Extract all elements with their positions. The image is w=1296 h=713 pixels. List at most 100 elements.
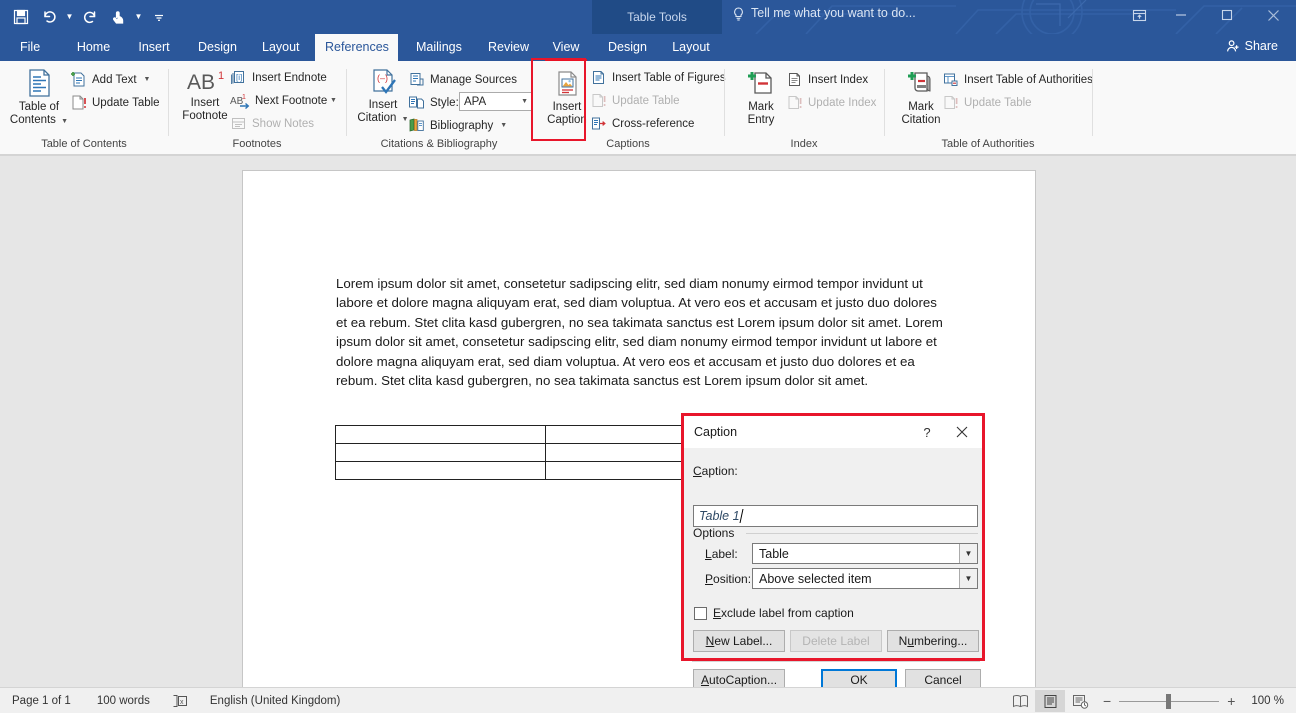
redo-icon[interactable]	[77, 4, 103, 30]
ribbon-display-options-icon[interactable]	[1120, 0, 1158, 30]
chevron-down-icon[interactable]: ▼	[144, 76, 151, 83]
delete-label-button: Delete Label	[790, 630, 882, 652]
zoom-in-button[interactable]: +	[1219, 693, 1243, 709]
delete-label-button-text: Delete Label	[802, 634, 869, 648]
next-footnote-button[interactable]: AB 1 Next Footnote	[230, 90, 327, 111]
table-cell[interactable]	[336, 462, 546, 480]
window-controls	[1120, 0, 1296, 34]
zoom-level[interactable]: 100 %	[1243, 695, 1296, 707]
word-count[interactable]: 100 words	[97, 688, 150, 713]
svg-text:[i]: [i]	[236, 73, 242, 82]
document-area[interactable]: Lorem ipsum dolor sit amet, consetetur s…	[0, 156, 1296, 687]
cross-reference-button[interactable]: Cross-reference	[590, 113, 694, 134]
close-icon[interactable]	[950, 422, 974, 442]
svg-text:(–): (–)	[377, 73, 388, 83]
table-cell[interactable]	[336, 426, 546, 444]
restore-icon[interactable]	[1204, 0, 1250, 30]
position-dropdown[interactable]: Above selected item ▼	[752, 568, 978, 589]
tab-view[interactable]: View	[542, 34, 590, 61]
insert-table-of-figures-icon	[590, 69, 607, 86]
update-table-captions-button: Update Table	[590, 90, 680, 111]
insert-table-of-authorities-button[interactable]: Insert Table of Authorities	[942, 69, 1093, 90]
touch-mode-dropdown-icon[interactable]: ▼	[133, 4, 144, 30]
insert-citation-button[interactable]: (–) InsertCitation ▼	[352, 67, 414, 126]
title-bar: Word Table Tools ▼	[0, 0, 1296, 34]
citation-style-dropdown[interactable]: APA ▼	[459, 92, 533, 111]
tab-table-tools-layout[interactable]: Layout	[662, 34, 720, 61]
tab-review[interactable]: Review	[478, 34, 532, 61]
document-paragraph[interactable]: Lorem ipsum dolor sit amet, consetetur s…	[336, 274, 946, 390]
manage-sources-button[interactable]: Manage Sources	[408, 69, 517, 90]
page-indicator[interactable]: Page 1 of 1	[12, 688, 71, 713]
add-text-label: Add Text	[92, 74, 137, 86]
tab-design[interactable]: Design	[188, 34, 243, 61]
help-question-icon[interactable]: ?	[916, 422, 938, 442]
print-layout-icon[interactable]	[1035, 690, 1065, 712]
touch-mode-icon[interactable]	[105, 4, 131, 30]
tab-home[interactable]: Home	[66, 34, 121, 61]
update-table-toc-button[interactable]: Update Table	[70, 92, 160, 113]
tell-me-search[interactable]: Tell me what you want to do...	[732, 0, 916, 27]
read-mode-icon[interactable]	[1005, 690, 1035, 712]
add-text-icon	[70, 71, 87, 88]
save-icon[interactable]	[8, 4, 34, 30]
caption-input[interactable]: Table 1	[693, 505, 978, 527]
tab-insert[interactable]: Insert	[128, 34, 180, 61]
minimize-icon[interactable]	[1158, 0, 1204, 30]
group-label-table-of-contents: Table of Contents	[0, 136, 168, 155]
table-of-contents-button[interactable]: Table ofContents ▼	[8, 67, 70, 128]
insert-table-of-figures-button[interactable]: Insert Table of Figures	[590, 67, 726, 88]
label-dropdown[interactable]: Table ▼	[752, 543, 978, 564]
share-button[interactable]: Share	[1216, 34, 1288, 58]
tab-mailings[interactable]: Mailings	[406, 34, 466, 61]
bibliography-button[interactable]: Bibliography ▼	[408, 115, 507, 136]
exclude-label-checkbox-row[interactable]: Exclude label from caption	[694, 606, 854, 620]
group-label-table-of-authorities: Table of Authorities	[884, 136, 1092, 155]
caption-input-value: Table 1	[699, 509, 740, 523]
undo-dropdown-icon[interactable]: ▼	[64, 4, 75, 30]
mark-entry-button[interactable]: MarkEntry	[730, 69, 792, 127]
zoom-slider[interactable]	[1119, 690, 1219, 712]
position-dropdown-value: Above selected item	[759, 572, 872, 586]
next-footnote-dropdown-icon[interactable]: ▼	[330, 97, 337, 104]
options-section-label: Options	[693, 526, 734, 540]
chevron-down-icon[interactable]: ▼	[959, 544, 977, 563]
web-layout-icon[interactable]	[1065, 690, 1095, 712]
cancel-button-text: Cancel	[924, 673, 961, 687]
style-label: Style:	[430, 97, 459, 109]
insert-index-icon	[786, 71, 803, 88]
undo-icon[interactable]	[36, 4, 62, 30]
add-text-button[interactable]: Add Text ▼	[70, 69, 150, 90]
tab-references[interactable]: References	[315, 34, 398, 61]
caption-field-label: Caption:	[693, 464, 738, 478]
tab-file[interactable]: File	[10, 34, 50, 61]
dialog-title: Caption	[694, 425, 737, 439]
customize-qat-icon[interactable]	[146, 4, 172, 30]
update-table-captions-label: Update Table	[612, 95, 680, 107]
numbering-button[interactable]: Numbering...	[887, 630, 979, 652]
mark-citation-icon	[906, 69, 936, 99]
language-indicator[interactable]: English (United Kingdom)	[210, 688, 340, 713]
proofing-errors-icon[interactable]: x	[172, 688, 188, 713]
new-label-button[interactable]: New Label...	[693, 630, 785, 652]
style-icon	[408, 94, 425, 111]
table-cell[interactable]	[336, 444, 546, 462]
chevron-down-icon[interactable]: ▼	[959, 569, 977, 588]
insert-endnote-icon: [i]	[230, 69, 247, 86]
exclude-label-checkbox[interactable]	[694, 607, 707, 620]
svg-text:AB: AB	[187, 71, 215, 94]
insert-endnote-button[interactable]: [i] Insert Endnote	[230, 67, 327, 88]
insert-table-of-authorities-label: Insert Table of Authorities	[964, 74, 1093, 86]
zoom-out-button[interactable]: −	[1095, 693, 1119, 709]
tab-table-tools-design[interactable]: Design	[598, 34, 656, 61]
insert-footnote-button[interactable]: AB 1 InsertFootnote	[174, 69, 236, 123]
close-icon[interactable]	[1250, 0, 1296, 30]
mark-citation-label: MarkCitation	[902, 101, 941, 127]
insert-caption-button[interactable]: InsertCaption	[536, 69, 598, 127]
insert-index-button[interactable]: Insert Index	[786, 69, 868, 90]
tab-layout[interactable]: Layout	[252, 34, 307, 61]
zoom-slider-thumb[interactable]	[1166, 694, 1171, 709]
chevron-down-icon: ▼	[521, 98, 528, 105]
caption-dialog[interactable]: Caption ? Caption: Table 1 Options Label…	[684, 416, 982, 658]
chevron-down-icon[interactable]: ▼	[500, 122, 507, 129]
